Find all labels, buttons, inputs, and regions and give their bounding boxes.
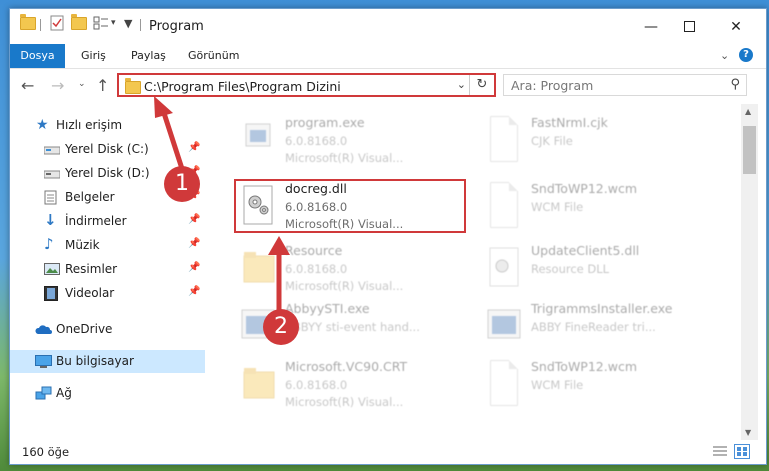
annotation-arrows: [154, 96, 290, 310]
annotation-badge-1: 1: [164, 166, 200, 202]
annotation-badge-2: 2: [263, 309, 299, 345]
